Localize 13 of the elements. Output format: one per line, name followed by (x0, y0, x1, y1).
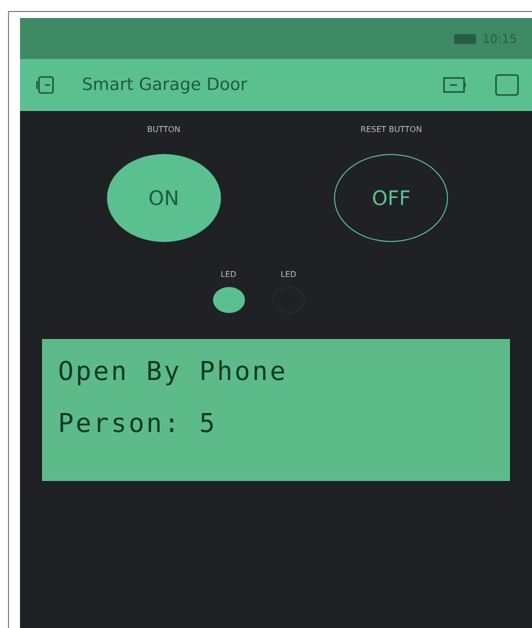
app-title: Smart Garage Door (82, 75, 248, 95)
led-label: LED (280, 270, 296, 279)
led-label: LED (220, 270, 236, 279)
toggle-button[interactable]: ON (106, 154, 221, 242)
lcd-line: Open By Phone (58, 357, 288, 387)
square-icon[interactable] (495, 74, 519, 96)
battery-device-icon[interactable] (443, 75, 469, 95)
toggle-button[interactable]: OFF (334, 154, 448, 242)
button-label: BUTTON (147, 125, 180, 134)
button-label: RESET BUTTON (360, 125, 422, 134)
lcd-line: Person: 5 (58, 409, 218, 439)
exit-icon[interactable] (36, 75, 56, 95)
battery-icon (454, 34, 476, 44)
